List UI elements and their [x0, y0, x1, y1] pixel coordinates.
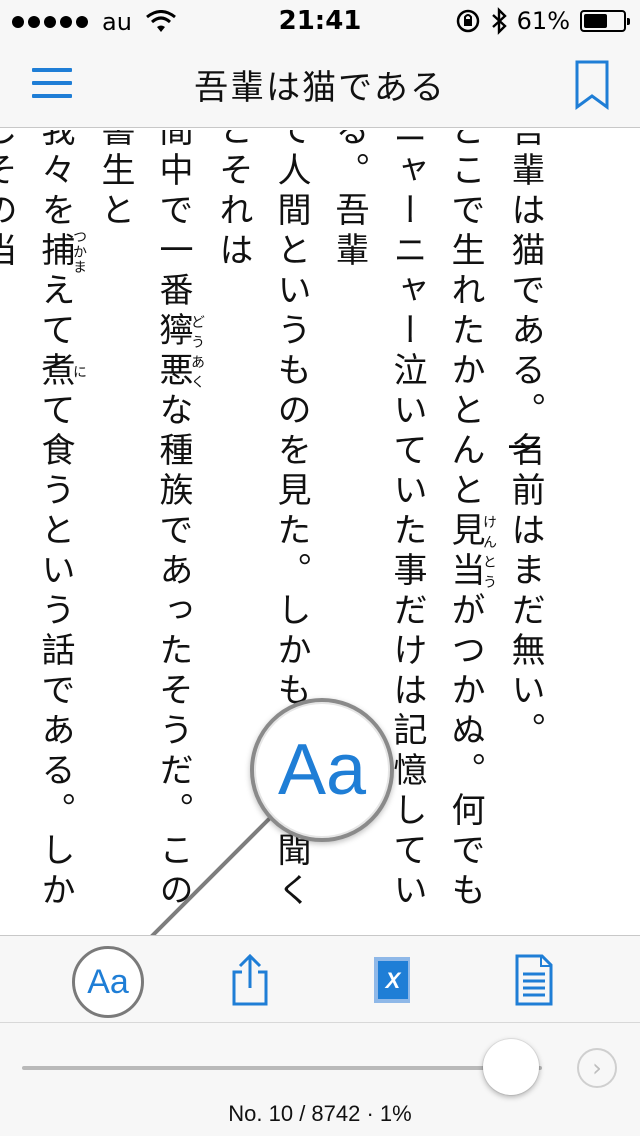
page-slider-thumb[interactable] — [483, 1039, 539, 1095]
table-of-contents-button[interactable] — [508, 936, 560, 1024]
text-line: 間中で一番獰悪どうあくな種族であったそうだ。この書生と — [95, 130, 205, 912]
ruby-annotation: 煮に — [35, 352, 87, 392]
ruby-annotation: 捕つかま — [35, 229, 87, 275]
document-icon — [515, 954, 553, 1006]
text-line: 吾輩は猫である。名前はまだ無い。 — [505, 130, 545, 752]
menu-icon[interactable] — [32, 68, 72, 100]
status-right: 61% — [455, 7, 630, 35]
font-settings-magnifier: Aa — [250, 698, 394, 842]
status-bar: au 21:41 61% — [0, 0, 640, 40]
page-slider-area: › No. 10 / 8742 · 1% — [0, 1023, 640, 1136]
chevron-right-icon: › — [592, 1054, 602, 1082]
page-slider-track[interactable] — [22, 1066, 542, 1070]
location-indicator: No. 10 / 8742 · 1% — [228, 1101, 412, 1126]
rotation-lock-icon — [456, 9, 479, 33]
bluetooth-icon — [491, 7, 507, 35]
dictionary-icon: X — [374, 957, 410, 1003]
svg-text:X: X — [384, 968, 402, 993]
text-line: どこで生れたかとんと見当けんとうがつかぬ。何でも — [445, 130, 497, 912]
bottom-toolbar: Aa X — [0, 935, 640, 1023]
next-location-button[interactable]: › — [577, 1048, 617, 1088]
bookmark-icon[interactable] — [574, 60, 610, 110]
share-icon — [232, 953, 268, 1006]
text-line: 我々を捕つかまえて煮にて食うという話である。しかしその当 — [0, 130, 87, 912]
ruby-annotation: 見当けんとう — [445, 512, 497, 592]
battery-fill — [584, 14, 608, 28]
navigation-bar: 吾輩は猫である — [0, 40, 640, 128]
dictionary-button[interactable]: X — [366, 936, 418, 1024]
battery-percent: 61% — [516, 7, 570, 35]
font-settings-button[interactable]: Aa — [72, 946, 144, 1018]
book-title: 吾輩は猫である — [194, 68, 446, 108]
battery-icon — [580, 10, 630, 32]
share-button[interactable] — [224, 936, 276, 1024]
ruby-annotation: 獰悪どうあく — [153, 312, 205, 392]
